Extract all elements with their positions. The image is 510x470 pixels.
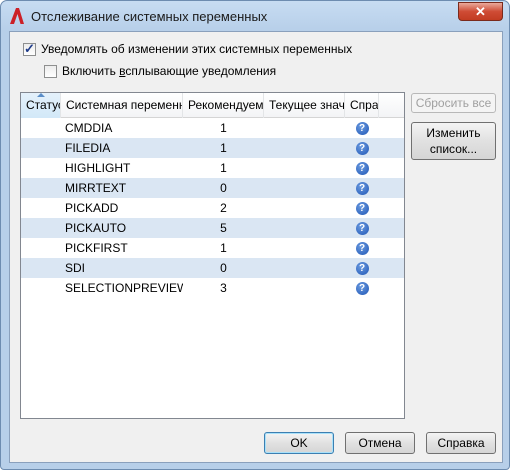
status-cell	[21, 198, 61, 218]
column-header-recommended[interactable]: Рекомендуемое	[183, 93, 264, 118]
status-cell	[21, 158, 61, 178]
variable-name-cell: PICKFIRST	[65, 241, 128, 255]
variable-name-cell: CMDDIA	[65, 121, 113, 135]
notify-label: Уведомлять об изменении этих системных п…	[41, 42, 353, 56]
current-value-cell	[264, 158, 345, 178]
current-value-cell	[264, 218, 345, 238]
variable-name-cell: SDI	[65, 261, 86, 275]
help-icon[interactable]: ?	[355, 281, 369, 295]
dialog-client: Уведомлять об изменении этих системных п…	[9, 31, 503, 463]
help-cell[interactable]: ?	[345, 198, 379, 218]
balloon-label: Включить всплывающие уведомления	[62, 64, 277, 78]
help-button[interactable]: Справка	[426, 432, 496, 454]
variable-name-cell: SELECTIONPREVIEW	[65, 281, 183, 295]
system-variables-table: Статус Системная переменная Рекомендуемо…	[20, 92, 405, 419]
variable-name-cell: MIRRTEXT	[65, 181, 127, 195]
column-header-help[interactable]: Справка	[345, 93, 379, 118]
recommended-cell[interactable]: 1	[183, 158, 264, 178]
help-icon[interactable]: ?	[355, 161, 369, 175]
current-value-cell	[264, 238, 345, 258]
help-icon[interactable]: ?	[355, 261, 369, 275]
status-cell	[21, 138, 61, 158]
notify-option[interactable]: Уведомлять об изменении этих системных п…	[23, 41, 353, 57]
help-icon[interactable]: ?	[355, 181, 369, 195]
table-row[interactable]: FILEDIA 1 ?	[21, 138, 404, 158]
table-row[interactable]: SELECTIONPREVIEW 3 ?	[21, 278, 404, 298]
help-cell[interactable]: ?	[345, 158, 379, 178]
balloon-checkbox[interactable]	[44, 64, 57, 78]
column-header-current[interactable]: Текущее значение	[264, 93, 345, 118]
help-cell[interactable]: ?	[345, 138, 379, 158]
table-row[interactable]: PICKFIRST 1 ?	[21, 238, 404, 258]
help-icon[interactable]: ?	[355, 241, 369, 255]
table-row[interactable]: PICKADD 2 ?	[21, 198, 404, 218]
status-cell	[21, 238, 61, 258]
help-cell[interactable]: ?	[345, 278, 379, 298]
recommended-cell[interactable]: 3	[183, 278, 264, 298]
close-button[interactable]: ✕	[458, 2, 503, 21]
recommended-cell[interactable]: 5	[183, 218, 264, 238]
recommended-cell[interactable]: 1	[183, 118, 264, 138]
table-row[interactable]: PICKAUTO 5 ?	[21, 218, 404, 238]
recommended-cell[interactable]: 1	[183, 138, 264, 158]
status-cell	[21, 178, 61, 198]
column-header-variable[interactable]: Системная переменная	[61, 93, 183, 118]
help-icon[interactable]: ?	[355, 121, 369, 135]
sort-ascending-icon	[37, 93, 45, 97]
help-cell[interactable]: ?	[345, 238, 379, 258]
recommended-cell[interactable]: 2	[183, 198, 264, 218]
variable-name-cell: PICKADD	[65, 201, 119, 215]
help-cell[interactable]: ?	[345, 218, 379, 238]
help-cell[interactable]: ?	[345, 118, 379, 138]
title-bar[interactable]: Отслеживание системных переменных ✕	[1, 1, 509, 31]
balloon-option[interactable]: Включить всплывающие уведомления	[44, 64, 276, 78]
table-header: Статус Системная переменная Рекомендуемо…	[21, 93, 404, 118]
current-value-cell	[264, 278, 345, 298]
column-header-status[interactable]: Статус	[21, 93, 61, 118]
current-value-cell	[264, 198, 345, 218]
table-row[interactable]: CMDDIA 1 ?	[21, 118, 404, 138]
help-cell[interactable]: ?	[345, 258, 379, 278]
autocad-app-icon	[10, 8, 24, 24]
edit-list-button[interactable]: Изменить список...	[411, 122, 496, 160]
reset-all-button[interactable]: Сбросить все	[411, 93, 496, 113]
variable-name-cell: HIGHLIGHT	[65, 161, 131, 175]
current-value-cell	[264, 138, 345, 158]
recommended-cell[interactable]: 0	[183, 178, 264, 198]
dialog-window: Отслеживание системных переменных ✕ Увед…	[0, 0, 510, 470]
help-icon[interactable]: ?	[355, 221, 369, 235]
table-row[interactable]: SDI 0 ?	[21, 258, 404, 278]
window-title: Отслеживание системных переменных	[31, 9, 268, 24]
status-cell	[21, 258, 61, 278]
status-cell	[21, 278, 61, 298]
recommended-cell[interactable]: 0	[183, 258, 264, 278]
table-row[interactable]: HIGHLIGHT 1 ?	[21, 158, 404, 178]
help-icon[interactable]: ?	[355, 201, 369, 215]
variable-name-cell: PICKAUTO	[65, 221, 127, 235]
recommended-cell[interactable]: 1	[183, 238, 264, 258]
table-row[interactable]: MIRRTEXT 0 ?	[21, 178, 404, 198]
ok-button[interactable]: OK	[264, 432, 334, 454]
cancel-button[interactable]: Отмена	[345, 432, 415, 454]
status-cell	[21, 118, 61, 138]
current-value-cell	[264, 258, 345, 278]
current-value-cell	[264, 178, 345, 198]
table-body: CMDDIA 1 ? FILEDIA 1 ? HIGHLIGHT 1 ? MIR…	[21, 118, 404, 298]
help-icon[interactable]: ?	[355, 141, 369, 155]
variable-name-cell: FILEDIA	[65, 141, 111, 155]
help-cell[interactable]: ?	[345, 178, 379, 198]
status-cell	[21, 218, 61, 238]
notify-checkbox[interactable]	[23, 41, 36, 57]
current-value-cell	[264, 118, 345, 138]
